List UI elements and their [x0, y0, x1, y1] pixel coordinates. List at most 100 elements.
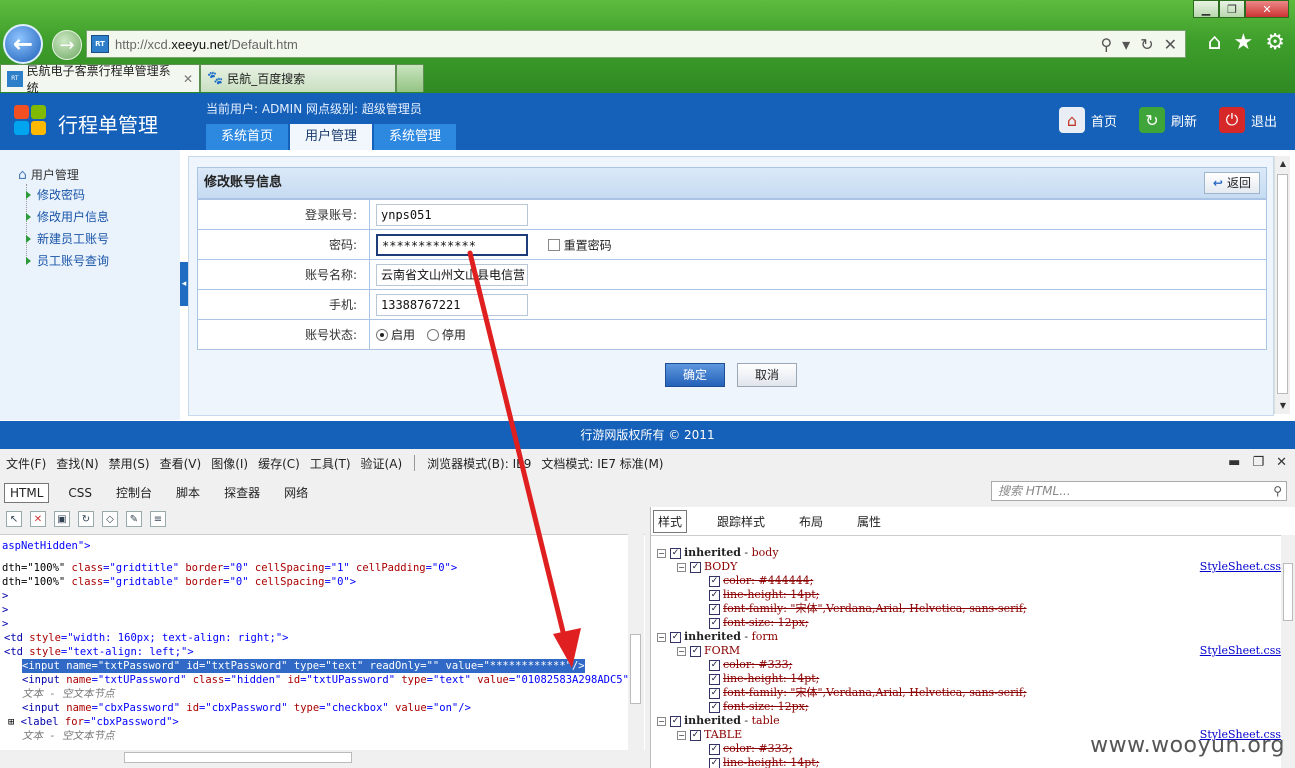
code-line-selected[interactable]: <input name="txtPassword" id="txtPasswor…: [22, 659, 585, 673]
tab-network[interactable]: 网络: [279, 482, 313, 503]
save-icon[interactable]: ▣: [54, 511, 70, 527]
status-disabled-radio[interactable]: [426, 328, 439, 341]
sidebar-item-employee-query[interactable]: 员工账号查询: [26, 252, 109, 269]
tab-system-management[interactable]: 系统管理: [374, 124, 457, 150]
search-icon[interactable]: ⚲: [1273, 482, 1282, 500]
url-text[interactable]: http://xcd.xeeyu.net/Default.htm: [115, 37, 298, 52]
style-property[interactable]: ✓ color: #333;: [709, 742, 792, 756]
code-line[interactable]: >: [2, 603, 8, 617]
style-property[interactable]: ✓ color: #333;: [709, 658, 792, 672]
new-tab-button[interactable]: [396, 64, 424, 92]
code-line[interactable]: aspNetHidden">: [2, 539, 91, 553]
stylesheet-link[interactable]: StyleSheet.css: [1200, 560, 1281, 573]
menu-images[interactable]: 图像(I): [211, 455, 248, 473]
style-property[interactable]: ✓ font-family: "宋体",Verdana,Arial, Helvet…: [709, 602, 1027, 616]
back-button[interactable]: ↩ 返回: [1203, 172, 1260, 194]
reset-password-checkbox[interactable]: [547, 238, 560, 251]
html-search-input[interactable]: 搜索 HTML... ⚲: [991, 481, 1287, 501]
sidebar-collapse-handle[interactable]: ◂: [180, 262, 188, 306]
tab-script[interactable]: 脚本: [171, 482, 205, 503]
browser-tab-active[interactable]: RT 民航电子客票行程单管理系统 ✕: [0, 64, 200, 95]
maximize-icon[interactable]: ❐: [1219, 0, 1245, 18]
search-icon[interactable]: ⚲: [1100, 35, 1112, 54]
code-line[interactable]: 文本 - 空文本节点: [22, 687, 114, 701]
rule-selector[interactable]: − ✓ FORM: [677, 644, 740, 658]
scroll-thumb[interactable]: [1277, 174, 1288, 394]
code-line[interactable]: 文本 - 空文本节点: [22, 729, 114, 743]
rule-selector[interactable]: − ✓ TABLE: [677, 728, 742, 742]
expand-icon[interactable]: ⊞: [8, 716, 14, 728]
code-line[interactable]: >: [2, 589, 8, 603]
rule-selector[interactable]: − ✓ BODY: [677, 560, 737, 574]
style-property[interactable]: ✓ font-size: 12px;: [709, 616, 809, 630]
rule-group[interactable]: − ✓ inherited - body: [657, 546, 779, 560]
clear-icon[interactable]: ✕: [30, 511, 46, 527]
tab-attributes[interactable]: 属性: [853, 511, 885, 532]
tab-profiler[interactable]: 探查器: [219, 482, 265, 503]
scroll-thumb[interactable]: [1283, 563, 1293, 621]
style-property[interactable]: ✓ line-height: 14pt;: [709, 588, 819, 602]
tab-styles[interactable]: 样式: [653, 510, 688, 533]
menu-cache[interactable]: 缓存(C): [258, 455, 300, 473]
favorites-star-icon[interactable]: ★: [1234, 30, 1254, 55]
forward-button[interactable]: →: [52, 30, 82, 60]
menu-find[interactable]: 查找(N): [56, 455, 98, 473]
browser-tab-baidu[interactable]: 🐾 民航_百度搜索: [200, 64, 396, 92]
home-icon[interactable]: ⌂: [1208, 30, 1222, 55]
scroll-thumb[interactable]: [124, 752, 352, 763]
home-button[interactable]: ⌂ 首页: [1058, 107, 1117, 133]
tab-html[interactable]: HTML: [4, 482, 50, 503]
code-line[interactable]: <input name="txtUPassword" class="hidden…: [22, 673, 642, 687]
refresh-button[interactable]: ↻ 刷新: [1138, 107, 1197, 133]
style-property[interactable]: ✓ font-family: "宋体",Verdana,Arial, Helvet…: [709, 686, 1027, 700]
menu-file[interactable]: 文件(F): [6, 455, 46, 473]
menu-disable[interactable]: 禁用(S): [109, 455, 150, 473]
account-name-field[interactable]: 云南省文山州文山县电信营: [376, 263, 528, 286]
menu-validate[interactable]: 验证(A): [361, 455, 403, 473]
word-wrap-icon[interactable]: ≡: [150, 511, 166, 527]
code-line[interactable]: <input name="cbxPassword" id="cbxPasswor…: [22, 701, 471, 715]
close-icon[interactable]: ✕: [1276, 455, 1287, 470]
dropdown-icon[interactable]: ▾: [1122, 35, 1130, 54]
address-bar[interactable]: RT http://xcd.xeeyu.net/Default.htm ⚲ ▾ …: [86, 30, 1186, 58]
dom-icon[interactable]: ◇: [102, 511, 118, 527]
refresh-icon[interactable]: ↻: [1140, 35, 1153, 54]
code-line[interactable]: dth="100%" class="gridtable" border="0" …: [2, 575, 356, 589]
tab-console[interactable]: 控制台: [111, 482, 157, 503]
minimize-icon[interactable]: ▁: [1193, 0, 1219, 18]
scroll-down-icon[interactable]: ▼: [1275, 398, 1291, 414]
style-property[interactable]: ✓ line-height: 14pt;: [709, 672, 819, 686]
close-tab-icon[interactable]: ✕: [183, 72, 193, 86]
menu-tools[interactable]: 工具(T): [310, 455, 351, 473]
phone-field[interactable]: 13388767221: [376, 293, 528, 316]
document-mode-menu[interactable]: 文档模式: IE7 标准(M): [541, 455, 663, 473]
browser-mode-menu[interactable]: 浏览器模式(B): IE9: [427, 455, 531, 473]
tab-system-home[interactable]: 系统首页: [206, 124, 289, 150]
sidebar-item-new-employee[interactable]: 新建员工账号: [26, 230, 109, 247]
minimize-icon[interactable]: ▬: [1228, 455, 1240, 470]
menu-view[interactable]: 查看(V): [160, 455, 202, 473]
style-property[interactable]: ✓ line-height: 14pt;: [709, 756, 819, 768]
sidebar-item-change-password[interactable]: 修改密码: [26, 186, 85, 203]
rule-group[interactable]: − ✓ inherited - table: [657, 714, 780, 728]
style-property[interactable]: ✓ font-size: 12px;: [709, 700, 809, 714]
cancel-button[interactable]: 取消: [737, 363, 797, 387]
exit-button[interactable]: ⏻ 退出: [1218, 107, 1277, 133]
style-property[interactable]: ✓ color: #444444;: [709, 574, 813, 588]
stop-icon[interactable]: ✕: [1164, 35, 1177, 54]
scroll-thumb[interactable]: [630, 634, 641, 704]
tab-css[interactable]: CSS: [63, 484, 97, 502]
code-line[interactable]: ⊞ <label for="cbxPassword">: [8, 715, 179, 729]
code-vertical-scrollbar[interactable]: [628, 534, 644, 750]
restore-icon[interactable]: ❐: [1252, 455, 1264, 470]
select-element-icon[interactable]: ↖: [6, 511, 22, 527]
code-line[interactable]: <td style="text-align: left;">: [4, 645, 194, 659]
sidebar-root[interactable]: ⌂ 用户管理: [18, 166, 79, 183]
edit-icon[interactable]: ✎: [126, 511, 142, 527]
login-field[interactable]: ynps051: [376, 203, 528, 226]
page-scrollbar[interactable]: ▲ ▼: [1274, 156, 1290, 414]
code-line[interactable]: <td style="width: 160px; text-align: rig…: [4, 631, 288, 645]
tab-layout[interactable]: 布局: [795, 511, 827, 532]
status-enabled-radio[interactable]: [376, 328, 388, 341]
refresh-icon[interactable]: ↻: [78, 511, 94, 527]
